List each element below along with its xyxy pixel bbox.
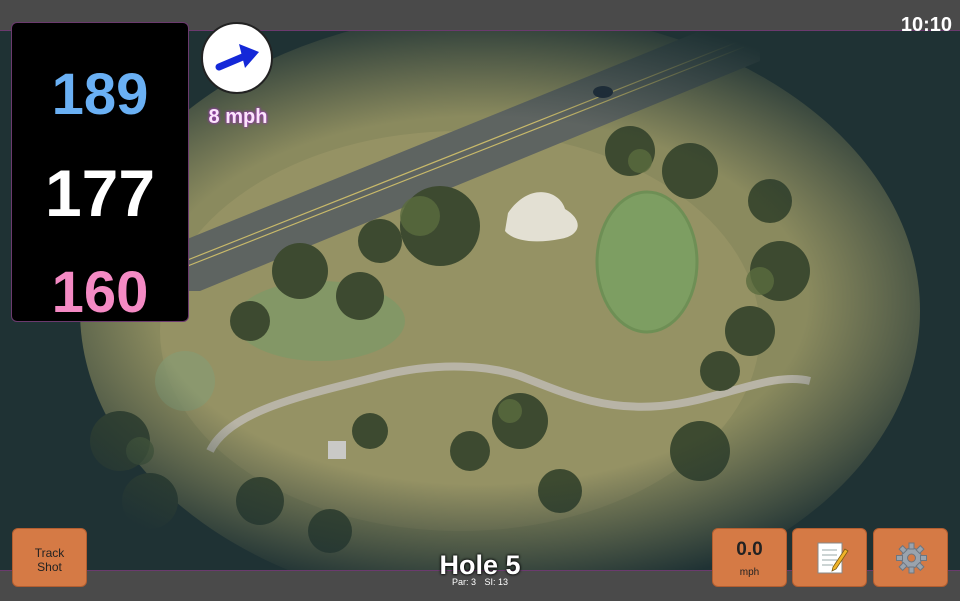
settings-button[interactable] [873,528,948,587]
track-shot-label-line2: Shot [37,560,62,574]
back-yardage: 189 [51,62,149,127]
notes-button[interactable] [792,528,867,587]
track-shot-label-line1: Track [34,546,65,560]
yardage-panel: 189 177 160 [11,22,189,325]
speed-unit: mph [739,567,760,578]
wind-arrow-icon [215,44,259,71]
middle-yardage: 177 [44,156,156,230]
gear-icon [896,542,927,574]
wind-indicator [201,22,273,94]
track-shot-button[interactable]: Track Shot [12,528,87,587]
hole-info: Par: 3 SI: 13 [380,577,580,587]
wind-speed-label: 8 mph [208,106,268,128]
speed-value: 0.0 [736,539,763,560]
notepad-icon [817,542,849,574]
stroke-index-label: SI: 13 [484,577,509,587]
front-yardage: 160 [51,260,149,325]
par-label: Par: 3 [451,577,476,587]
speed-button[interactable]: 0.0 mph [712,528,787,587]
